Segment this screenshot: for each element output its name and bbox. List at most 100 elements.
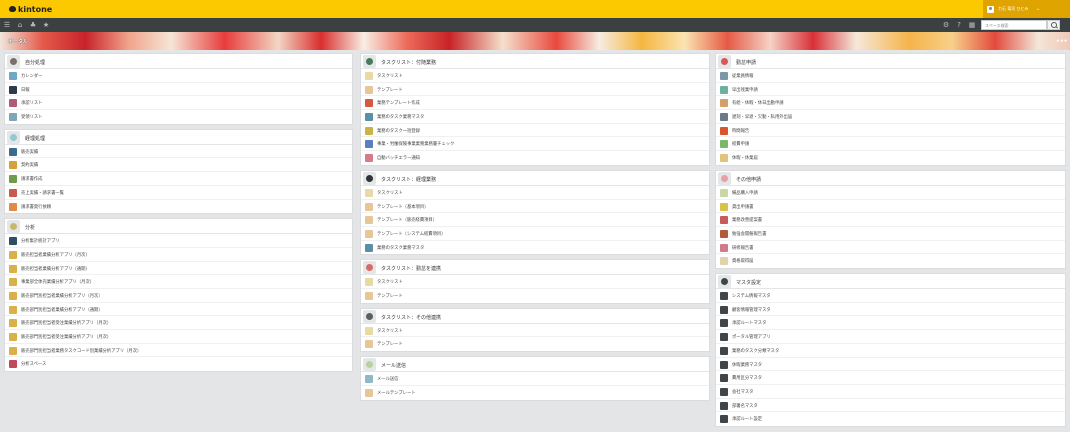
app-link-label: 費用区分マスタ	[732, 376, 763, 382]
app-link[interactable]: 請求書作成	[5, 172, 352, 186]
app-link[interactable]: 業務テンプレート作成	[361, 96, 709, 111]
app-link[interactable]: 有給・休暇・休日出勤申請	[716, 96, 1065, 111]
settings-gear-icon[interactable]: ⚙	[942, 21, 950, 29]
app-link-label: テンプレート（システム経費項目）	[377, 231, 446, 237]
app-link[interactable]: 従業員情報	[716, 69, 1065, 83]
app-group-header[interactable]: 自分処理	[5, 54, 352, 69]
app-link[interactable]: 業務のタスク分類マスタ	[716, 344, 1065, 358]
lend-app-icon	[720, 202, 728, 211]
menu-icon[interactable]: ☰	[3, 21, 11, 29]
contract-app-icon	[9, 161, 17, 170]
app-link[interactable]: テンプレート	[361, 83, 709, 97]
app-link[interactable]: 備品購入申請	[716, 186, 1065, 200]
help-icon[interactable]: ?	[955, 21, 963, 29]
user-menu-dropdown[interactable]: ⌄	[1033, 0, 1070, 18]
app-group-header[interactable]: タスクリスト：勤怠を連携	[361, 260, 709, 276]
app-link[interactable]: 早出残業申請	[716, 83, 1065, 97]
home-icon[interactable]: ⌂	[16, 21, 24, 29]
layout-icon[interactable]: ▦	[968, 21, 976, 29]
app-link[interactable]: 業務のタスク一括登録	[361, 124, 709, 138]
app-link[interactable]: 研修報告書	[716, 241, 1065, 255]
app-link[interactable]: 販売部門別担当者業績分析アプリ（月次）	[5, 289, 352, 303]
user-menu[interactable]: 力石 竜司 ひとみ	[983, 0, 1033, 18]
app-link[interactable]: 事業部全体売業績分析アプリ（月次）	[5, 275, 352, 290]
app-link-label: 業務のタスク業務マスタ	[377, 245, 425, 251]
app-link[interactable]: テンプレート（販売経費項目）	[361, 213, 709, 227]
app-link[interactable]: 業務のタスク業務マスタ	[361, 110, 709, 124]
app-group-header[interactable]: 勤怠申請	[716, 54, 1065, 69]
app-link[interactable]: タスクリスト	[361, 69, 709, 83]
app-link[interactable]: 経費申請	[716, 137, 1065, 152]
app-link[interactable]: 請求書発行依頼	[5, 200, 352, 214]
app-group-header[interactable]: タスクリスト：経理業務	[361, 171, 709, 186]
app-link[interactable]: システム情報マスタ	[716, 289, 1065, 303]
search-input[interactable]: スペース検索	[981, 20, 1047, 30]
app-link[interactable]: 日報	[5, 83, 352, 97]
app-link[interactable]: 受領リスト	[5, 110, 352, 124]
app-link[interactable]: テンプレート（システム経費項目）	[361, 227, 709, 241]
app-group-header[interactable]: 分析	[5, 219, 352, 235]
search-icon[interactable]	[1047, 20, 1060, 30]
user-avatar-icon	[987, 5, 994, 13]
app-link[interactable]: 業務のタスク業務マスタ	[361, 241, 709, 255]
time-report-app-icon	[720, 126, 728, 135]
app-link[interactable]: テンプレート	[361, 289, 709, 303]
app-link[interactable]: 休暇・休業届	[716, 151, 1065, 165]
app-link[interactable]: 分析集計統計アプリ	[5, 234, 352, 248]
app-link[interactable]: テンプレート	[361, 337, 709, 351]
app-link[interactable]: 業務改善提案書	[716, 213, 1065, 227]
app-link[interactable]: 販売実績	[5, 145, 352, 159]
favorites-star-icon[interactable]: ★	[42, 21, 50, 29]
app-link-label: メールテンプレート	[377, 390, 416, 396]
app-link[interactable]: 承認ルート設定	[716, 412, 1065, 426]
app-link[interactable]: カレンダー	[5, 69, 352, 83]
app-link[interactable]: 販売部門別担当者業績分析アプリ（通期）	[5, 303, 352, 317]
app-link[interactable]: 顧客情報管理マスタ	[716, 303, 1065, 317]
app-link[interactable]: ポータル管理アプリ	[716, 330, 1065, 344]
app-group-header[interactable]: 経理処理	[5, 130, 352, 145]
app-link[interactable]: 分析スペース	[5, 357, 352, 371]
app-link-label: タスクリスト	[377, 280, 403, 286]
app-group-header[interactable]: タスクリスト：その他連携	[361, 309, 709, 324]
analytics-app-icon	[9, 237, 17, 246]
app-link[interactable]: 勉強会開催報告書	[716, 227, 1065, 241]
app-group-header[interactable]: メール送信	[361, 357, 709, 373]
app-link[interactable]: タスクリスト	[361, 186, 709, 200]
app-link[interactable]: 販売部門別担当者受注業績分析アプリ（月次）	[5, 330, 352, 344]
app-link[interactable]: 部署名マスタ	[716, 399, 1065, 413]
app-link[interactable]: 販売担当者業績分析アプリ（月次）	[5, 248, 352, 262]
app-link[interactable]: タスクリスト	[361, 275, 709, 290]
app-link-label: 販売担当者業績分析アプリ（月次）	[21, 252, 90, 258]
app-link[interactable]: テンプレート（基本項目）	[361, 200, 709, 214]
bulk-register-app-icon	[365, 126, 373, 135]
portal-options-menu-icon[interactable]: •••	[1056, 38, 1068, 45]
user-name: 力石 竜司 ひとみ	[998, 6, 1029, 11]
app-link[interactable]: メールテンプレート	[361, 386, 709, 400]
app-group-header[interactable]: タスクリスト：付随業務	[361, 54, 709, 69]
app-link[interactable]: 契約実績	[5, 158, 352, 173]
app-link[interactable]: タスクリスト	[361, 324, 709, 338]
app-link[interactable]: 承認リスト	[5, 96, 352, 111]
app-link[interactable]: 承認ルートマスタ	[716, 316, 1065, 331]
app-link[interactable]: 資格取得届	[716, 254, 1065, 268]
app-link[interactable]: 時間報告	[716, 124, 1065, 138]
task-list-app-icon	[365, 278, 373, 287]
app-link-label: 請求書作成	[21, 177, 43, 183]
app-link[interactable]: 費用区分マスタ	[716, 371, 1065, 385]
app-group-header[interactable]: マスタ設定	[716, 274, 1065, 290]
kintone-logo[interactable]: kintone	[9, 4, 52, 14]
app-link[interactable]: 貸出申請書	[716, 200, 1065, 214]
app-link[interactable]: 販売担当者業績分析アプリ（通期）	[5, 262, 352, 276]
app-link[interactable]: 会社マスタ	[716, 385, 1065, 399]
notification-bell-icon[interactable]: ♣	[29, 21, 37, 29]
app-link[interactable]: 販売部門別担当者受注業績分析アプリ（月次）	[5, 316, 352, 331]
app-group-header[interactable]: その他申請	[716, 171, 1065, 186]
app-link[interactable]: 自動バッチエラー通知	[361, 151, 709, 165]
app-link[interactable]: 売上実績・請求書一覧	[5, 186, 352, 200]
app-link[interactable]: 遅刻・早退・欠勤・私用外出届	[716, 110, 1065, 124]
app-link[interactable]: 販売部門別担当者業務タスクコード別業績分析アプリ（月次）	[5, 344, 352, 358]
navigation-bar	[0, 18, 1070, 32]
app-link[interactable]: 休暇業務マスタ	[716, 358, 1065, 372]
app-link[interactable]: メール送信	[361, 372, 709, 386]
app-link[interactable]: 事業・労働保険事業業務業務量チェック	[361, 137, 709, 152]
